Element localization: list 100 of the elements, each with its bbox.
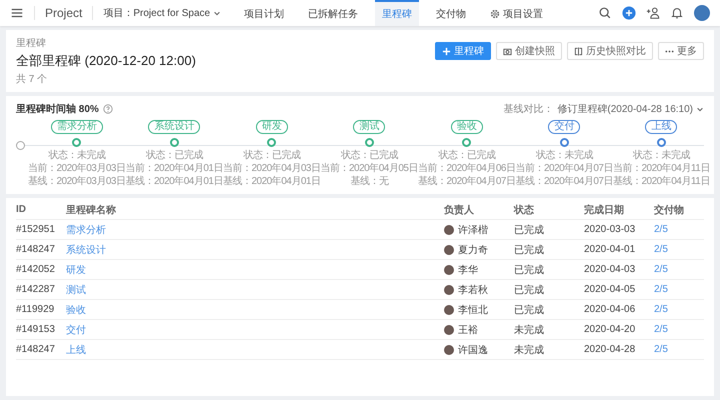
page-title: 全部里程碑 (2020-12-20 12:00) bbox=[16, 52, 196, 70]
milestone-link[interactable]: 上线 bbox=[66, 342, 86, 356]
project-selector[interactable]: 项目：Project for Space bbox=[103, 6, 228, 20]
deliverables-link[interactable]: 2/5 bbox=[654, 324, 668, 335]
milestone-dot bbox=[462, 138, 472, 147]
milestone-tag[interactable]: 交付 bbox=[548, 120, 580, 134]
milestone-link[interactable]: 交付 bbox=[66, 322, 86, 336]
timeline-start-dot bbox=[16, 141, 25, 150]
milestone-tag[interactable]: 系统设计 bbox=[148, 120, 200, 134]
add-milestone-button[interactable]: 里程碑 bbox=[435, 42, 491, 60]
table-cell-text: 已完成 bbox=[514, 244, 545, 256]
table-cell-text: #148247 bbox=[16, 244, 56, 255]
table-cell-text: 已完成 bbox=[514, 284, 545, 296]
create-snapshot-button[interactable]: 创建快照 bbox=[496, 42, 562, 60]
milestone-baseline-date: 基线：2020年04月01日 bbox=[223, 176, 320, 188]
milestone-link[interactable]: 验收 bbox=[66, 302, 86, 316]
menu-icon[interactable] bbox=[10, 6, 24, 20]
milestone-dot bbox=[560, 138, 569, 147]
table-cell-text: #152951 bbox=[16, 224, 56, 235]
milestone-current-date: 当前：2020年04月07日 bbox=[516, 163, 613, 175]
breadcrumb: 里程碑 bbox=[16, 37, 47, 50]
deliverables-link[interactable]: 2/5 bbox=[654, 284, 668, 295]
table-cell-text: 已完成 bbox=[514, 304, 545, 316]
milestone-baseline-date: 基线：无 bbox=[350, 176, 388, 188]
deliverables-link[interactable]: 2/5 bbox=[654, 264, 668, 275]
column-header: 完成日期 bbox=[584, 203, 625, 216]
nav-tab[interactable]: 已拆解任务 bbox=[301, 0, 366, 26]
milestone-current-date: 当前：2020年03月03日 bbox=[28, 163, 126, 175]
milestone-tag[interactable]: 上线 bbox=[645, 120, 678, 134]
milestone-current-date: 当前：2020年04月11日 bbox=[613, 163, 710, 175]
caret-icon bbox=[696, 105, 704, 113]
milestone-status: 状态：已完成 bbox=[340, 150, 398, 162]
milestone-dot bbox=[72, 138, 82, 147]
milestone-dot bbox=[656, 138, 666, 147]
milestone-link[interactable]: 系统设计 bbox=[66, 242, 106, 256]
table-cell-text: 2020-04-03 bbox=[584, 264, 636, 275]
owner-name: 李恒北 bbox=[458, 304, 488, 316]
nav-tab[interactable]: 交付物 bbox=[429, 0, 474, 26]
table-cell-text: 已完成 bbox=[514, 224, 545, 236]
table-cell-text: #149153 bbox=[16, 324, 56, 335]
compare-snapshots-button[interactable]: 历史快照对比 bbox=[567, 42, 653, 60]
table-cell-text: 2020-04-01 bbox=[584, 244, 636, 255]
table-cell-text: #148247 bbox=[16, 344, 56, 355]
owner-name: 李若秋 bbox=[458, 284, 488, 296]
deliverables-link[interactable]: 2/5 bbox=[654, 224, 668, 235]
owner-name: 李华 bbox=[458, 264, 478, 276]
milestone-link[interactable]: 需求分析 bbox=[66, 222, 106, 236]
nav-tab[interactable]: 里程碑 bbox=[375, 0, 420, 26]
table-cell-text: 2020-04-06 bbox=[584, 304, 636, 315]
column-header: 负责人 bbox=[444, 204, 475, 216]
milestone-current-date: 当前：2020年04月06日 bbox=[418, 163, 516, 175]
bell-icon[interactable] bbox=[670, 6, 684, 20]
milestone-dot bbox=[170, 138, 179, 147]
deliverables-link[interactable]: 2/5 bbox=[654, 344, 668, 355]
milestone-dot bbox=[364, 138, 374, 147]
column-header: ID bbox=[16, 204, 27, 215]
compare-icon bbox=[574, 46, 583, 56]
milestone-tag[interactable]: 研发 bbox=[256, 120, 288, 134]
milestone-link[interactable]: 测试 bbox=[66, 282, 86, 296]
milestone-current-date: 当前：2020年04月03日 bbox=[223, 163, 320, 175]
baseline-selector[interactable]: 修订里程碑(2020-04-28 16:10) bbox=[557, 102, 704, 116]
table-cell-text: 未完成 bbox=[514, 344, 545, 356]
table-cell-text: 已完成 bbox=[514, 264, 545, 276]
milestone-status: 状态：已完成 bbox=[146, 150, 203, 162]
add-user-icon[interactable] bbox=[646, 6, 660, 20]
milestone-status: 状态：未完成 bbox=[632, 150, 690, 162]
column-header: 里程碑名称 bbox=[66, 204, 117, 216]
milestone-tag[interactable]: 验收 bbox=[450, 120, 483, 134]
help-icon[interactable] bbox=[102, 104, 113, 114]
table-cell-text: #119929 bbox=[16, 304, 56, 315]
column-header: 交付物 bbox=[654, 203, 685, 216]
deliverables-link[interactable]: 2/5 bbox=[654, 244, 668, 255]
add-icon[interactable] bbox=[622, 6, 636, 20]
milestone-current-date: 当前：2020年04月05日 bbox=[320, 163, 418, 175]
plus-icon bbox=[442, 46, 451, 56]
owner-name: 王裕 bbox=[458, 324, 478, 336]
nav-tab[interactable]: 项目设置 bbox=[483, 0, 550, 26]
milestone-tag[interactable]: 测试 bbox=[353, 120, 386, 134]
table-cell-text: 2020-04-28 bbox=[584, 344, 636, 355]
deliverables-link[interactable]: 2/5 bbox=[654, 304, 668, 315]
milestone-status: 状态：未完成 bbox=[536, 150, 593, 162]
owner-name: 许泽楷 bbox=[458, 224, 488, 236]
user-avatar[interactable] bbox=[694, 5, 710, 21]
milestone-status: 状态：未完成 bbox=[48, 150, 106, 162]
milestone-tag[interactable]: 需求分析 bbox=[50, 120, 103, 134]
caret-icon bbox=[213, 9, 222, 17]
project-title: Project bbox=[34, 6, 94, 20]
search-icon[interactable] bbox=[598, 6, 612, 20]
more-button[interactable]: 更多 bbox=[658, 42, 704, 60]
owner-name: 许国逸 bbox=[458, 344, 488, 356]
milestone-baseline-date: 基线：2020年04月07日 bbox=[418, 176, 516, 188]
table-cell-text: 2020-04-05 bbox=[584, 284, 636, 295]
settings-icon bbox=[490, 9, 500, 19]
milestone-dot bbox=[267, 138, 276, 147]
milestone-baseline-date: 基线：2020年04月11日 bbox=[613, 176, 710, 188]
timeline-title: 里程碑时间轴 80% bbox=[16, 102, 99, 116]
nav-tab[interactable]: 项目计划 bbox=[237, 0, 292, 26]
milestone-link[interactable]: 研发 bbox=[66, 262, 86, 276]
column-header: 状态 bbox=[514, 204, 535, 216]
milestone-count: 共 7 个 bbox=[16, 72, 48, 86]
